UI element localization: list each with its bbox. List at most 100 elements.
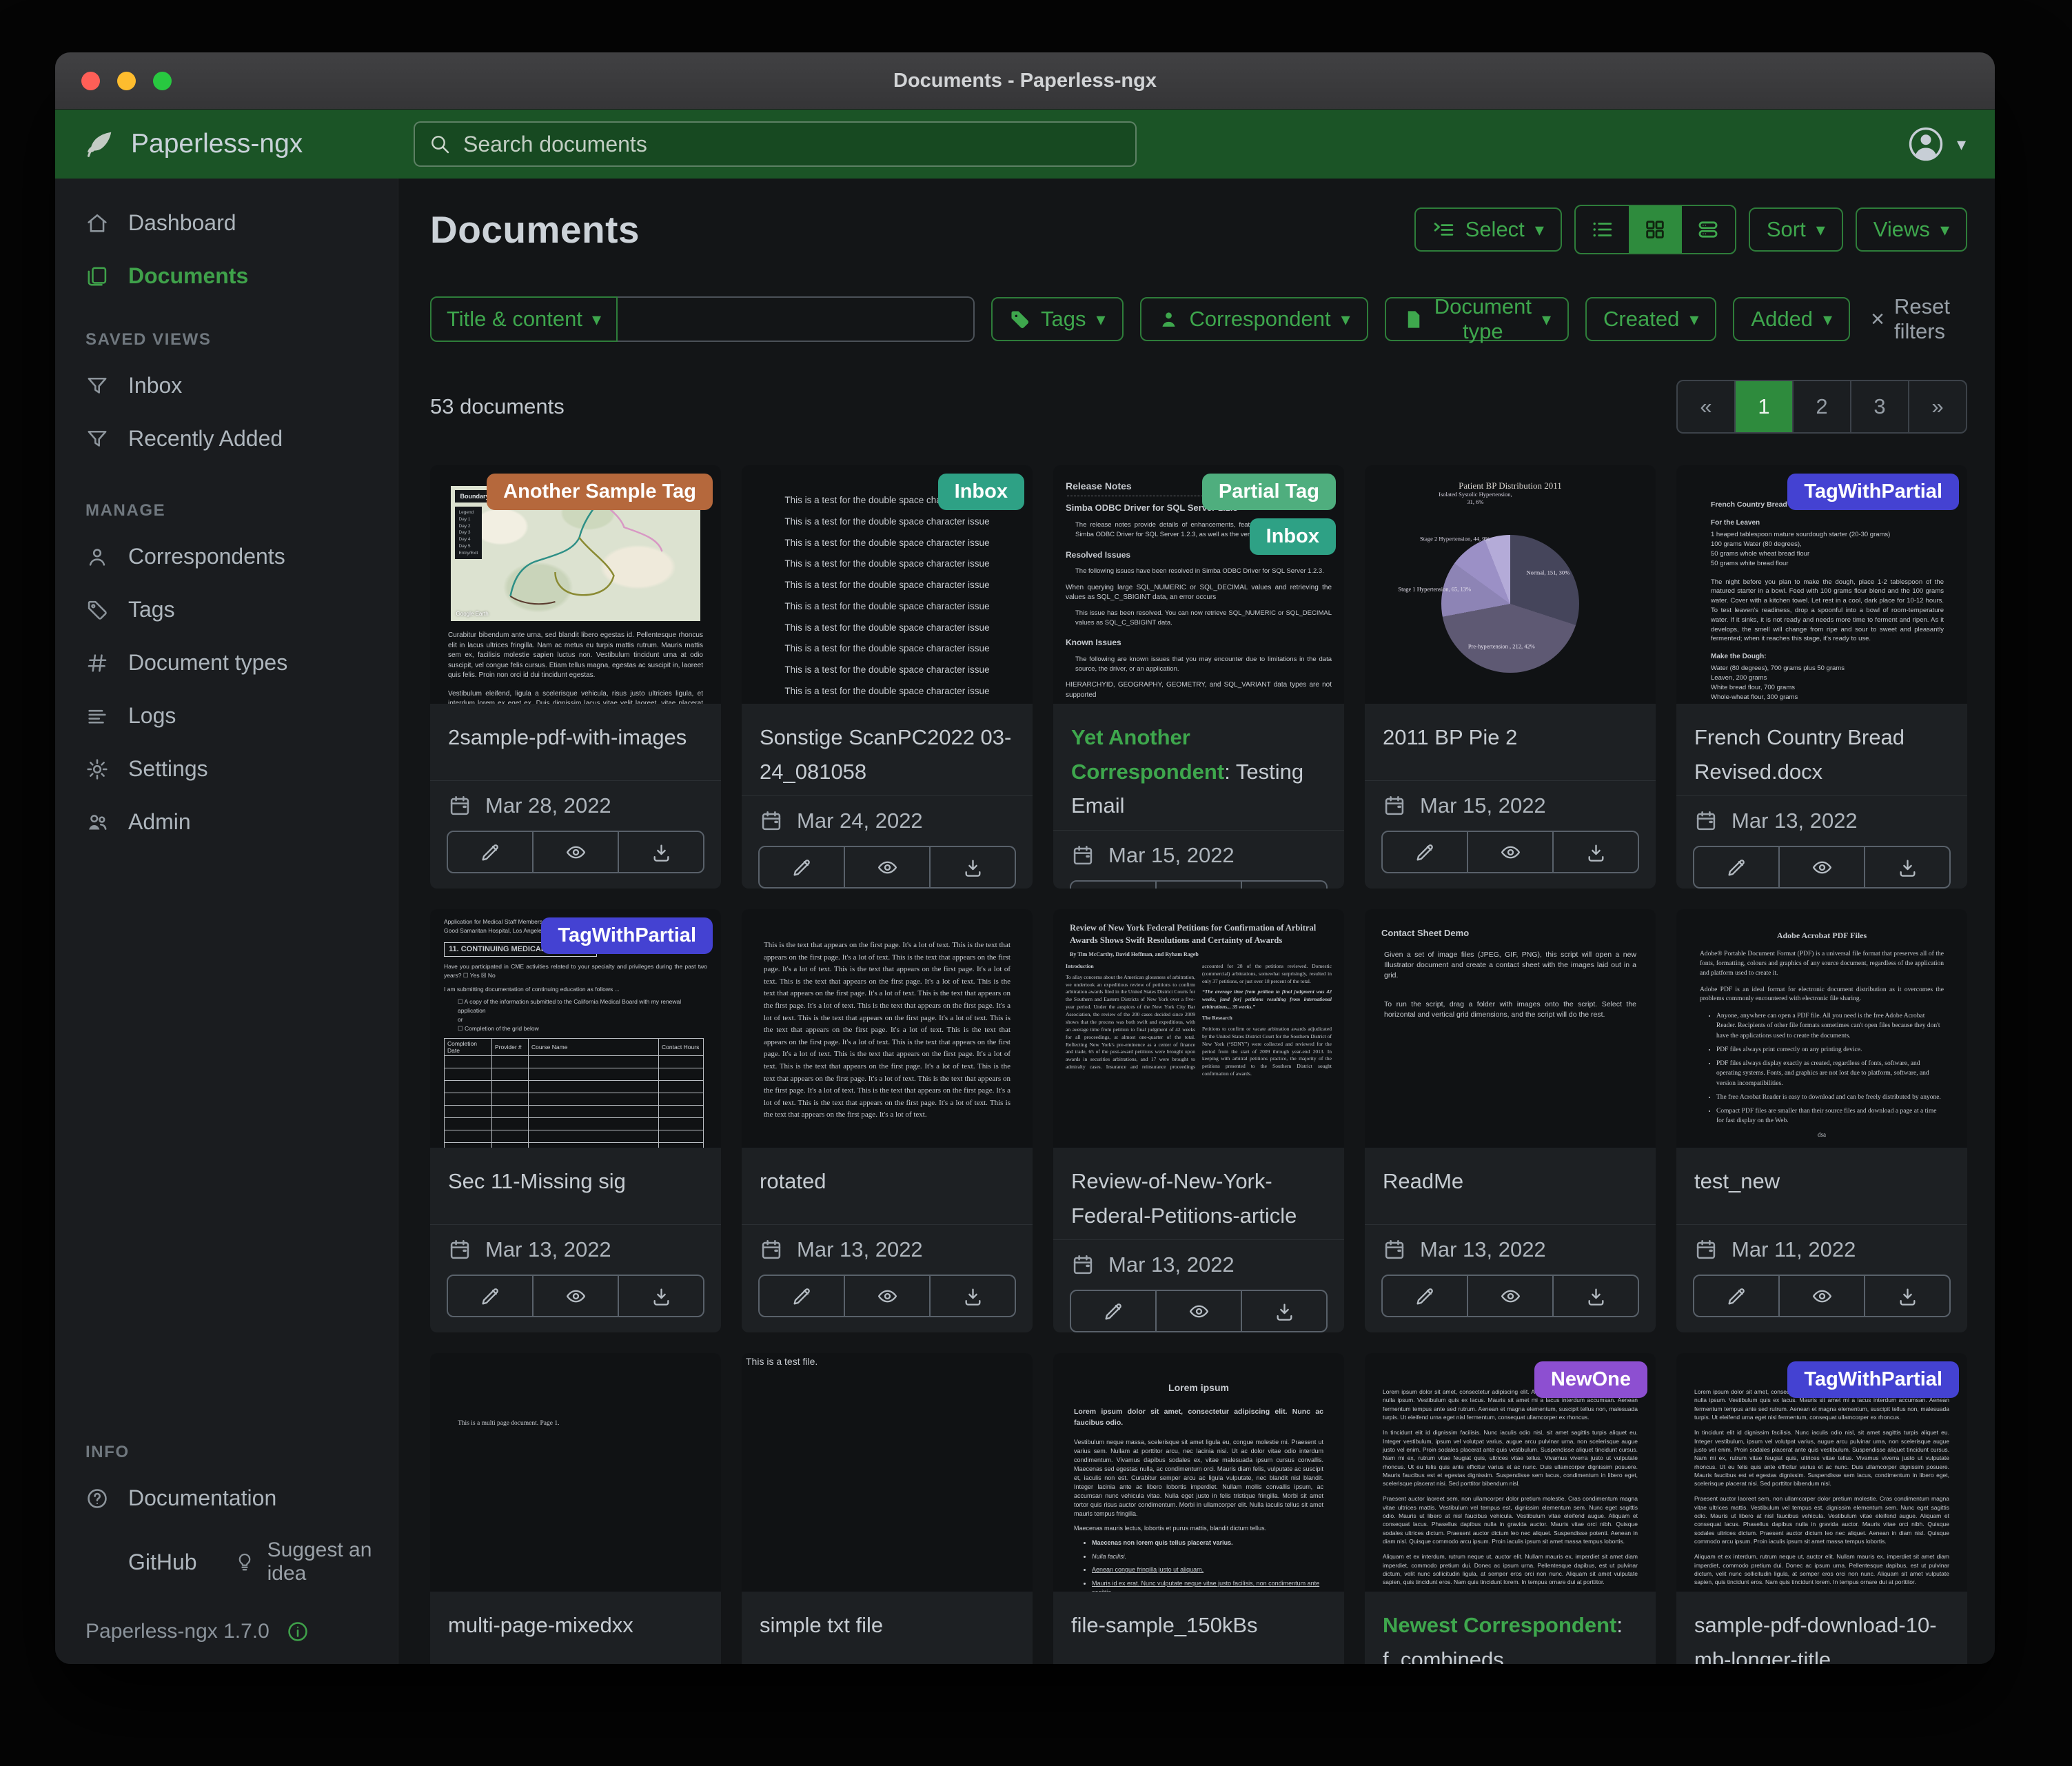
sort-button[interactable]: Sort ▾ <box>1749 207 1843 252</box>
edit-document-button[interactable] <box>1693 846 1780 889</box>
filter-tags-button[interactable]: Tags▾ <box>991 297 1124 341</box>
edit-document-button[interactable] <box>1070 880 1157 889</box>
sidebar-item-document-types[interactable]: Document types <box>55 636 398 689</box>
document-card[interactable]: This is the text that appears on the fir… <box>742 909 1033 1332</box>
tag-badge[interactable]: TagWithPartial <box>1787 474 1959 510</box>
card-title[interactable]: ReadMe <box>1365 1148 1656 1224</box>
filter-added-button[interactable]: Added▾ <box>1733 297 1850 341</box>
document-card[interactable]: Lorem ipsum dolor sit amet, consectetur … <box>1365 1353 1656 1664</box>
sidebar-item-documents[interactable]: Documents <box>55 250 398 303</box>
edit-document-button[interactable] <box>1693 1275 1780 1317</box>
sidebar-item-logs[interactable]: Logs <box>55 689 398 742</box>
title-content-input[interactable] <box>618 296 975 342</box>
reset-filters-button[interactable]: × Reset filters <box>1871 294 1967 344</box>
minimize-window-button[interactable] <box>117 72 136 90</box>
filter-correspondent-button[interactable]: Correspondent▾ <box>1140 297 1368 341</box>
page-3[interactable]: 3 <box>1850 381 1908 432</box>
view-document-button[interactable] <box>1780 846 1865 889</box>
card-title[interactable]: Yet Another Correspondent: Testing Email <box>1053 704 1344 830</box>
card-title[interactable]: Review-of-New-York-Federal-Petitions-art… <box>1053 1148 1344 1239</box>
card-thumbnail[interactable]: Application for Medical Staff MembersGoo… <box>430 909 721 1148</box>
view-document-button[interactable] <box>845 846 931 889</box>
search-input[interactable] <box>462 131 1121 158</box>
card-thumbnail[interactable]: Release NotesSimba ODBC Driver for SQL S… <box>1053 465 1344 704</box>
title-content-dropdown[interactable]: Title & content ▾ <box>430 296 618 342</box>
card-thumbnail[interactable]: Patient BP Distribution 2011Normal, 151,… <box>1365 465 1656 704</box>
edit-document-button[interactable] <box>447 831 534 873</box>
document-card[interactable]: Review of New York Federal Petitions for… <box>1053 909 1344 1332</box>
document-card[interactable]: Patient BP Distribution 2011Normal, 151,… <box>1365 465 1656 889</box>
sidebar-item-github[interactable]: GitHub <box>55 1536 204 1589</box>
view-document-button[interactable] <box>845 1275 931 1317</box>
card-thumbnail[interactable]: This is a test for the double space char… <box>742 465 1033 704</box>
tag-badge[interactable]: TagWithPartial <box>1787 1361 1959 1398</box>
document-card[interactable]: Boundary Waters TripLegend Day 1 Day 2 D… <box>430 465 721 889</box>
card-title[interactable]: sample-pdf-download-10-mb-longer-title <box>1676 1592 1967 1664</box>
user-menu[interactable]: ▾ <box>1906 124 1966 164</box>
tag-badge[interactable]: Inbox <box>938 474 1024 510</box>
card-thumbnail[interactable]: Boundary Waters TripLegend Day 1 Day 2 D… <box>430 465 721 704</box>
view-detail-button[interactable] <box>1682 206 1735 253</box>
page-»[interactable]: » <box>1908 381 1966 432</box>
document-card[interactable]: This is a test file.simple txt file <box>742 1353 1033 1664</box>
views-button[interactable]: Views ▾ <box>1856 207 1967 252</box>
view-document-button[interactable] <box>1468 831 1554 873</box>
card-correspondent[interactable]: Newest Correspondent <box>1383 1613 1616 1637</box>
view-list-button[interactable] <box>1576 206 1629 253</box>
download-document-button[interactable] <box>1865 1275 1951 1317</box>
card-title[interactable]: 2011 BP Pie 2 <box>1365 704 1656 780</box>
card-thumbnail[interactable]: This is the text that appears on the fir… <box>742 909 1033 1148</box>
card-thumbnail[interactable]: Adobe Acrobat PDF FilesAdobe® Portable D… <box>1676 909 1967 1148</box>
card-thumbnail[interactable]: This is a test file. <box>742 1353 1033 1592</box>
download-document-button[interactable] <box>1865 846 1951 889</box>
app-brand[interactable]: Paperless-ngx <box>84 128 414 160</box>
sidebar-item-settings[interactable]: Settings <box>55 742 398 795</box>
card-title[interactable]: 2sample-pdf-with-images <box>430 704 721 780</box>
zoom-window-button[interactable] <box>153 72 172 90</box>
document-card[interactable]: Release NotesSimba ODBC Driver for SQL S… <box>1053 465 1344 889</box>
page-«[interactable]: « <box>1678 381 1734 432</box>
download-document-button[interactable] <box>1242 1290 1328 1332</box>
tag-badge[interactable]: Partial Tag <box>1202 474 1336 510</box>
document-card[interactable]: This is a test for the double space char… <box>742 465 1033 889</box>
tag-badge[interactable]: NewOne <box>1534 1361 1647 1398</box>
edit-document-button[interactable] <box>1070 1290 1157 1332</box>
view-document-button[interactable] <box>534 831 619 873</box>
view-document-button[interactable] <box>534 1275 619 1317</box>
card-thumbnail[interactable]: Contact Sheet DemoGiven a set of image f… <box>1365 909 1656 1148</box>
page-2[interactable]: 2 <box>1792 381 1850 432</box>
edit-document-button[interactable] <box>1381 831 1468 873</box>
tag-badge[interactable]: Inbox <box>1250 518 1336 555</box>
card-thumbnail[interactable]: French Country BreadFor the Leaven1 heap… <box>1676 465 1967 704</box>
sidebar-item-correspondents[interactable]: Correspondents <box>55 530 398 583</box>
card-thumbnail[interactable]: Review of New York Federal Petitions for… <box>1053 909 1344 1148</box>
edit-document-button[interactable] <box>1381 1275 1468 1317</box>
document-card[interactable]: This is a multi page document. Page 1.mu… <box>430 1353 721 1664</box>
global-search[interactable] <box>414 121 1137 167</box>
document-card[interactable]: Application for Medical Staff MembersGoo… <box>430 909 721 1332</box>
card-title[interactable]: Sonstige ScanPC2022 03-24_081058 <box>742 704 1033 795</box>
card-title[interactable]: Newest Correspondent: f_combineds <box>1365 1592 1656 1664</box>
filter-document-type-button[interactable]: Document type▾ <box>1385 297 1569 341</box>
sidebar-item-recently-added[interactable]: Recently Added <box>55 412 398 465</box>
download-document-button[interactable] <box>619 1275 704 1317</box>
view-document-button[interactable] <box>1157 1290 1242 1332</box>
tag-badge[interactable]: Another Sample Tag <box>487 474 713 510</box>
document-card[interactable]: Contact Sheet DemoGiven a set of image f… <box>1365 909 1656 1332</box>
card-thumbnail[interactable]: Lorem ipsum dolor sit amet, consectetur … <box>1365 1353 1656 1592</box>
close-window-button[interactable] <box>81 72 100 90</box>
edit-document-button[interactable] <box>758 846 845 889</box>
filter-created-button[interactable]: Created▾ <box>1585 297 1716 341</box>
edit-document-button[interactable] <box>447 1275 534 1317</box>
download-document-button[interactable] <box>931 846 1016 889</box>
document-card[interactable]: Lorem ipsum dolor sit amet, consectetur … <box>1676 1353 1967 1664</box>
card-title[interactable]: file-sample_150kBs <box>1053 1592 1344 1664</box>
card-title[interactable]: simple txt file <box>742 1592 1033 1664</box>
card-title[interactable]: rotated <box>742 1148 1033 1224</box>
card-thumbnail[interactable]: Lorem ipsumLorem ipsum dolor sit amet, c… <box>1053 1353 1344 1592</box>
view-document-button[interactable] <box>1157 880 1242 889</box>
card-title[interactable]: test_new <box>1676 1148 1967 1224</box>
download-document-button[interactable] <box>1554 1275 1639 1317</box>
view-document-button[interactable] <box>1468 1275 1554 1317</box>
edit-document-button[interactable] <box>758 1275 845 1317</box>
